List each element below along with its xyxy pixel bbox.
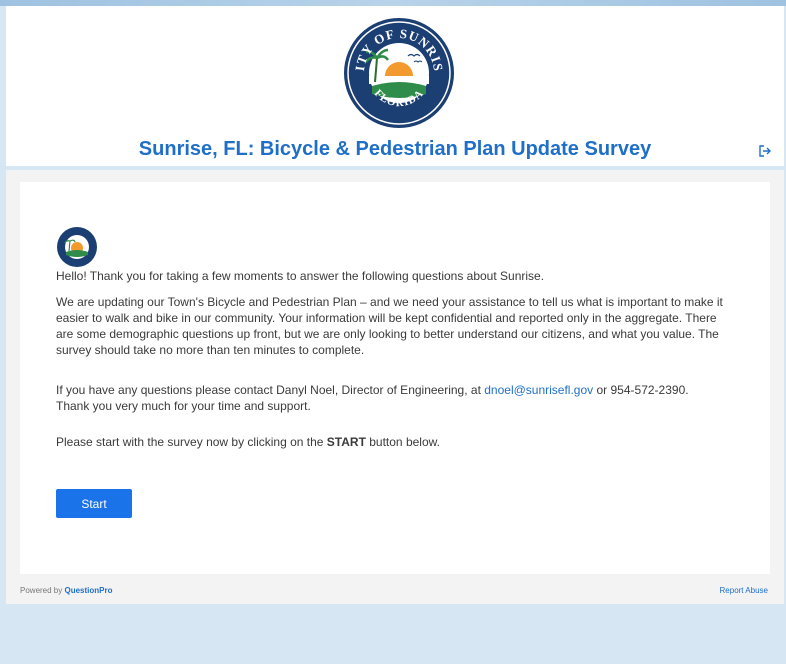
powered-by-label: Powered by [20,586,65,595]
powered-by: Powered by QuestionPro [20,586,112,595]
survey-title: Sunrise, FL: Bicycle & Pedestrian Plan U… [138,138,652,160]
greeting-text: Hello! Thank you for taking a few moment… [56,269,545,283]
city-seal-small-logo [57,227,97,267]
start-button[interactable]: Start [56,489,132,518]
contact-email-link[interactable]: dnoel@sunrisefl.gov [484,383,593,397]
intro-card: Hello! Thank you for taking a few moment… [20,182,770,574]
contact-after: or 954-572-2390. [593,383,689,397]
city-seal-logo: CITY OF SUNRISE FLORIDA [342,16,454,128]
contact-before: If you have any questions please contact… [56,383,485,397]
contact-text: If you have any questions please contact… [56,382,732,398]
survey-header: CITY OF SUNRISE FLORIDA Sunrise, FL: Bic… [6,6,784,166]
content-area: Hello! Thank you for taking a few moment… [6,170,784,604]
thanks-text: Thank you very much for your time and su… [56,399,311,413]
start-instruction-before: Please start with the survey now by clic… [56,435,327,449]
start-instruction-after: button below. [365,435,440,449]
start-instruction: Please start with the survey now by clic… [56,434,732,450]
exit-icon[interactable] [758,144,772,158]
report-abuse-link[interactable]: Report Abuse [720,586,768,595]
start-instruction-bold: START [326,435,366,449]
questionpro-link[interactable]: QuestionPro [64,586,112,595]
intro-paragraph: We are updating our Town's Bicycle and P… [56,295,723,357]
